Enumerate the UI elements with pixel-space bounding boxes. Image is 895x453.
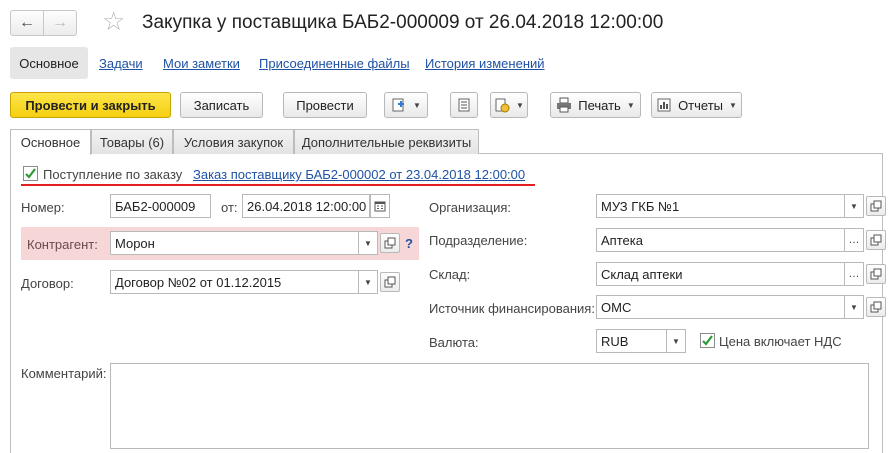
reports-icon bbox=[657, 98, 671, 112]
counterparty-open-button[interactable] bbox=[380, 233, 400, 253]
checkmark-icon bbox=[25, 168, 36, 179]
date-field[interactable]: 26.04.2018 12:00:00 bbox=[242, 194, 370, 218]
print-label: Печать bbox=[578, 97, 621, 113]
nav-link-history[interactable]: История изменений bbox=[425, 56, 545, 71]
checkmark-icon bbox=[702, 335, 713, 346]
counterparty-label: Контрагент: bbox=[27, 237, 98, 252]
open-window-icon bbox=[870, 301, 882, 313]
contract-label: Договор: bbox=[21, 276, 74, 291]
calendar-icon bbox=[374, 201, 386, 212]
vat-included-label: Цена включает НДС bbox=[719, 334, 842, 349]
post-and-close-button[interactable]: Провести и закрыть bbox=[10, 92, 171, 118]
funding-source-label: Источник финансирования: bbox=[429, 301, 595, 316]
contract-dropdown-button[interactable]: ▼ bbox=[358, 270, 378, 294]
organization-dropdown-button[interactable]: ▼ bbox=[844, 194, 864, 218]
by-order-label: Поступление по заказу bbox=[43, 167, 183, 182]
chevron-down-icon: ▼ bbox=[850, 302, 858, 312]
annotation-underline bbox=[21, 184, 535, 186]
warehouse-label: Склад: bbox=[429, 267, 471, 282]
counterparty-field[interactable]: Морон bbox=[110, 231, 360, 255]
tab-additional-attributes[interactable]: Дополнительные реквизиты bbox=[294, 129, 479, 154]
reports-button[interactable]: Отчеты ▼ bbox=[651, 92, 742, 118]
nav-link-notes[interactable]: Мои заметки bbox=[163, 56, 240, 71]
chevron-down-icon: ▼ bbox=[672, 336, 680, 346]
related-documents-button[interactable]: ▼ bbox=[490, 92, 528, 118]
chevron-down-icon: ▼ bbox=[850, 201, 858, 211]
post-label: Провести bbox=[296, 97, 354, 113]
ellipsis-icon: … bbox=[848, 234, 860, 246]
window-title: Закупка у поставщика БАБ2-000009 от 26.0… bbox=[142, 12, 664, 33]
currency-label: Валюта: bbox=[429, 335, 479, 350]
organization-open-button[interactable] bbox=[866, 196, 886, 216]
help-icon[interactable]: ? bbox=[405, 236, 413, 251]
chevron-down-icon: ▼ bbox=[516, 100, 524, 110]
warehouse-select-button[interactable]: … bbox=[844, 262, 864, 286]
comment-textarea[interactable] bbox=[110, 363, 869, 449]
ellipsis-icon: … bbox=[848, 268, 860, 280]
department-label: Подразделение: bbox=[429, 233, 528, 248]
tab-purchase-terms[interactable]: Условия закупок bbox=[173, 129, 294, 154]
open-window-icon bbox=[870, 268, 882, 280]
nav-link-tasks[interactable]: Задачи bbox=[99, 56, 143, 71]
funding-source-open-button[interactable] bbox=[866, 297, 886, 317]
department-field[interactable]: Аптека bbox=[596, 228, 846, 252]
document-clock-icon bbox=[495, 98, 510, 113]
back-button[interactable]: ← bbox=[10, 10, 44, 36]
arrow-right-icon: → bbox=[52, 14, 68, 31]
post-and-close-label: Провести и закрыть bbox=[25, 97, 156, 113]
reports-label: Отчеты bbox=[678, 97, 723, 113]
list-icon bbox=[458, 98, 470, 112]
contract-open-button[interactable] bbox=[380, 272, 400, 292]
calendar-button[interactable] bbox=[370, 194, 390, 218]
open-window-icon bbox=[384, 276, 396, 288]
post-button[interactable]: Провести bbox=[283, 92, 367, 118]
nav-link-main[interactable]: Основное bbox=[10, 47, 88, 79]
printer-icon bbox=[557, 97, 572, 113]
chevron-down-icon: ▼ bbox=[413, 100, 421, 110]
chevron-down-icon: ▼ bbox=[626, 100, 635, 110]
open-window-icon bbox=[870, 200, 882, 212]
forward-button[interactable]: → bbox=[43, 10, 77, 36]
nav-link-files[interactable]: Присоединенные файлы bbox=[259, 56, 410, 71]
counterparty-dropdown-button[interactable]: ▼ bbox=[358, 231, 378, 255]
organization-label: Организация: bbox=[429, 200, 512, 215]
funding-source-dropdown-button[interactable]: ▼ bbox=[844, 295, 864, 319]
chevron-down-icon: ▼ bbox=[364, 238, 372, 248]
open-window-icon bbox=[870, 234, 882, 246]
create-based-on-button[interactable]: ▼ bbox=[384, 92, 428, 118]
order-link[interactable]: Заказ поставщику БАБ2-000002 от 23.04.20… bbox=[193, 167, 525, 182]
chevron-down-icon: ▼ bbox=[364, 277, 372, 287]
print-button[interactable]: Печать ▼ bbox=[550, 92, 641, 118]
currency-dropdown-button[interactable]: ▼ bbox=[666, 329, 686, 353]
currency-field[interactable]: RUB bbox=[596, 329, 668, 353]
department-open-button[interactable] bbox=[866, 230, 886, 250]
organization-field[interactable]: МУЗ ГКБ №1 bbox=[596, 194, 846, 218]
date-label: от: bbox=[221, 200, 238, 215]
tab-main[interactable]: Основное bbox=[10, 129, 91, 155]
save-button[interactable]: Записать bbox=[180, 92, 263, 118]
number-label: Номер: bbox=[21, 200, 65, 215]
funding-source-field[interactable]: ОМС bbox=[596, 295, 846, 319]
arrow-left-icon: ← bbox=[19, 14, 35, 31]
contract-field[interactable]: Договор №02 от 01.12.2015 bbox=[110, 270, 360, 294]
create-based-on-icon bbox=[392, 98, 405, 112]
department-select-button[interactable]: … bbox=[844, 228, 864, 252]
chevron-down-icon: ▼ bbox=[729, 100, 737, 110]
document-structure-button[interactable] bbox=[450, 92, 478, 118]
save-label: Записать bbox=[193, 97, 250, 113]
tab-goods[interactable]: Товары (6) bbox=[91, 129, 173, 154]
warehouse-field[interactable]: Склад аптеки bbox=[596, 262, 846, 286]
open-window-icon bbox=[384, 237, 396, 249]
comment-label: Комментарий: bbox=[21, 366, 107, 381]
by-order-checkbox[interactable] bbox=[23, 166, 38, 181]
number-field[interactable]: БАБ2-000009 bbox=[110, 194, 211, 218]
favorite-star-icon[interactable]: ☆ bbox=[102, 6, 125, 36]
warehouse-open-button[interactable] bbox=[866, 264, 886, 284]
vat-included-checkbox[interactable] bbox=[700, 333, 715, 348]
